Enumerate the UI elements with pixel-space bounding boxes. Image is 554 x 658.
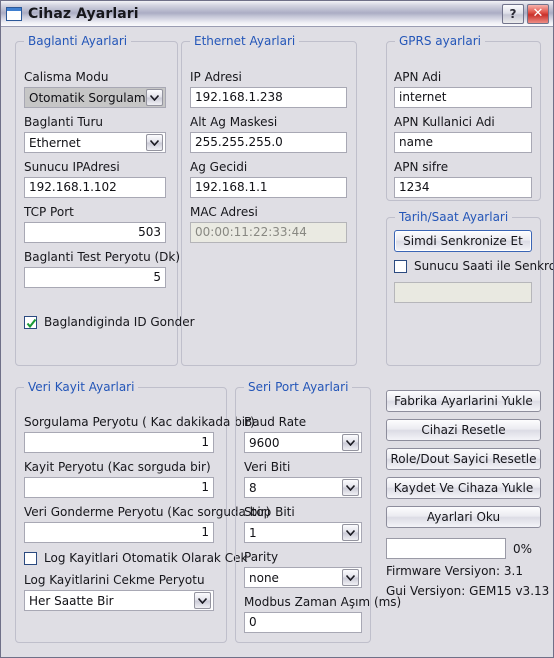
combo-baglanti-turu-value: Ethernet <box>29 135 81 150</box>
checkbox-auto-log-label: Log Kayitlari Otomatik Olarak Cek <box>44 551 248 565</box>
group-gprs-legend: GPRS ayarlari <box>395 34 486 48</box>
label-mac-adresi: MAC Adresi <box>190 205 258 219</box>
input-mac-adresi: 00:00:11:22:33:44 <box>190 222 347 243</box>
input-ag-gecidi[interactable]: 192.168.1.1 <box>190 177 347 198</box>
chevron-down-icon <box>146 134 163 151</box>
chevron-down-icon <box>342 479 359 496</box>
input-sorgulama-peryotu[interactable]: 1 <box>24 432 214 453</box>
label-stop-biti: Stop Biti <box>244 505 295 519</box>
combo-calisma-modu-value: Otomatik Sorgulama <box>29 90 146 105</box>
progress-bar <box>386 538 506 559</box>
chevron-down-icon <box>194 592 211 609</box>
combo-cekme-peryotu-value: Her Saatte Bir <box>29 593 114 608</box>
label-sunucu-ip: Sunucu IPAdresi <box>24 160 120 174</box>
device-reset-button[interactable]: Cihazi Resetle <box>386 419 541 441</box>
window-icon <box>6 6 22 21</box>
gui-version-label: Gui Versiyon: GEM15 v3.13 <box>386 584 550 598</box>
combo-baud-rate[interactable]: 9600 <box>244 432 362 453</box>
group-ethernet-legend: Ethernet Ayarlari <box>190 34 300 48</box>
window-title: Cihaz Ayarlari <box>28 5 139 22</box>
client-area: Baglanti Ayarlari Calisma Modu Otomatik … <box>1 27 553 657</box>
checkbox-id-gonder[interactable]: Baglandiginda ID Gonder <box>24 315 195 329</box>
input-apn-adi[interactable]: internet <box>394 87 532 108</box>
combo-veri-biti-value: 8 <box>249 480 257 495</box>
label-apn-kullanici: APN Kullanici Adi <box>394 115 495 129</box>
label-ag-gecidi: Ag Gecidi <box>190 160 248 174</box>
input-sunucu-ip[interactable]: 192.168.1.102 <box>24 177 166 198</box>
input-apn-sifre[interactable]: 1234 <box>394 177 532 198</box>
label-apn-sifre: APN sifre <box>394 160 449 174</box>
counter-reset-button[interactable]: Role/Dout Sayici Resetle <box>386 448 541 470</box>
input-datetime <box>394 282 532 303</box>
chevron-down-icon <box>146 89 163 106</box>
combo-cekme-peryotu[interactable]: Her Saatte Bir <box>24 590 214 611</box>
label-veri-biti: Veri Biti <box>244 460 291 474</box>
factory-reset-button[interactable]: Fabrika Ayarlarini Yukle <box>386 390 541 412</box>
label-ip-adresi: IP Adresi <box>190 70 242 84</box>
close-icon: ✕ <box>532 6 544 21</box>
input-tcp-port[interactable]: 503 <box>24 222 166 243</box>
save-upload-button[interactable]: Kaydet Ve Cihaza Yukle <box>386 477 541 499</box>
checkbox-id-gonder-label: Baglandiginda ID Gonder <box>44 315 195 329</box>
chevron-down-icon <box>342 524 359 541</box>
read-settings-button[interactable]: Ayarlari Oku <box>386 506 541 528</box>
label-parity: Parity <box>244 550 279 564</box>
progress-percent-label: 0% <box>513 542 533 556</box>
label-baud-rate: Baud Rate <box>244 415 307 429</box>
help-icon: ? <box>509 6 517 21</box>
combo-veri-biti[interactable]: 8 <box>244 477 362 498</box>
combo-parity-value: none <box>249 570 279 585</box>
combo-calisma-modu[interactable]: Otomatik Sorgulama <box>24 87 166 108</box>
group-serial-legend: Seri Port Ayarlari <box>244 380 353 394</box>
firmware-version-label: Firmware Versiyon: 3.1 <box>386 564 523 578</box>
combo-stop-biti[interactable]: 1 <box>244 522 362 543</box>
combo-parity[interactable]: none <box>244 567 362 588</box>
input-ip-adresi[interactable]: 192.168.1.238 <box>190 87 347 108</box>
help-button[interactable]: ? <box>502 3 524 24</box>
combo-baud-rate-value: 9600 <box>249 435 280 450</box>
group-datalog-legend: Veri Kayit Ayarlari <box>24 380 139 394</box>
label-calisma-modu: Calisma Modu <box>24 70 109 84</box>
input-apn-kullanici[interactable]: name <box>394 132 532 153</box>
label-sorgulama-peryotu: Sorgulama Peryotu ( Kac dakikada bir) <box>24 415 255 429</box>
input-alt-ag-maskesi[interactable]: 255.255.255.0 <box>190 132 347 153</box>
label-alt-ag-maskesi: Alt Ag Maskesi <box>190 115 278 129</box>
checkbox-server-sync[interactable]: Sunucu Saati ile Senkron <box>394 259 554 273</box>
combo-baglanti-turu[interactable]: Ethernet <box>24 132 166 153</box>
close-button[interactable]: ✕ <box>527 3 549 24</box>
label-baglanti-turu: Baglanti Turu <box>24 115 104 129</box>
title-bar: Cihaz Ayarlari ? ✕ <box>1 1 553 27</box>
check-icon <box>26 318 37 328</box>
checkbox-server-sync-box <box>394 259 407 273</box>
label-kayit-peryotu: Kayit Peryotu (Kac sorguda bir) <box>24 460 211 474</box>
label-apn-adi: APN Adi <box>394 70 442 84</box>
sync-now-button[interactable]: Simdi Senkronize Et <box>394 230 532 252</box>
device-settings-window: Cihaz Ayarlari ? ✕ Baglanti Ayarlari Cal… <box>0 0 554 658</box>
label-cekme-peryotu: Log Kayitlarini Cekme Peryotu <box>24 573 205 587</box>
input-modbus-timeout[interactable]: 0 <box>244 612 362 633</box>
input-kayit-peryotu[interactable]: 1 <box>24 477 214 498</box>
group-datetime-legend: Tarih/Saat Ayarlari <box>395 210 513 224</box>
label-gonderme-peryotu: Veri Gonderme Peryotu (Kac sorguda bir) <box>24 505 271 519</box>
checkbox-id-gonder-box <box>24 315 37 329</box>
input-gonderme-peryotu[interactable]: 1 <box>24 522 214 543</box>
label-test-peryotu: Baglanti Test Peryotu (Dk) <box>24 250 181 264</box>
checkbox-auto-log-box <box>24 551 37 565</box>
group-connection-legend: Baglanti Ayarlari <box>24 34 132 48</box>
combo-stop-biti-value: 1 <box>249 525 257 540</box>
label-modbus-timeout: Modbus Zaman Aşım (ms) <box>244 595 402 609</box>
label-tcp-port: TCP Port <box>24 205 74 219</box>
checkbox-auto-log[interactable]: Log Kayitlari Otomatik Olarak Cek <box>24 551 247 565</box>
checkbox-server-sync-label: Sunucu Saati ile Senkron <box>414 259 554 273</box>
chevron-down-icon <box>342 569 359 586</box>
chevron-down-icon <box>342 434 359 451</box>
input-test-peryotu[interactable]: 5 <box>24 267 166 288</box>
